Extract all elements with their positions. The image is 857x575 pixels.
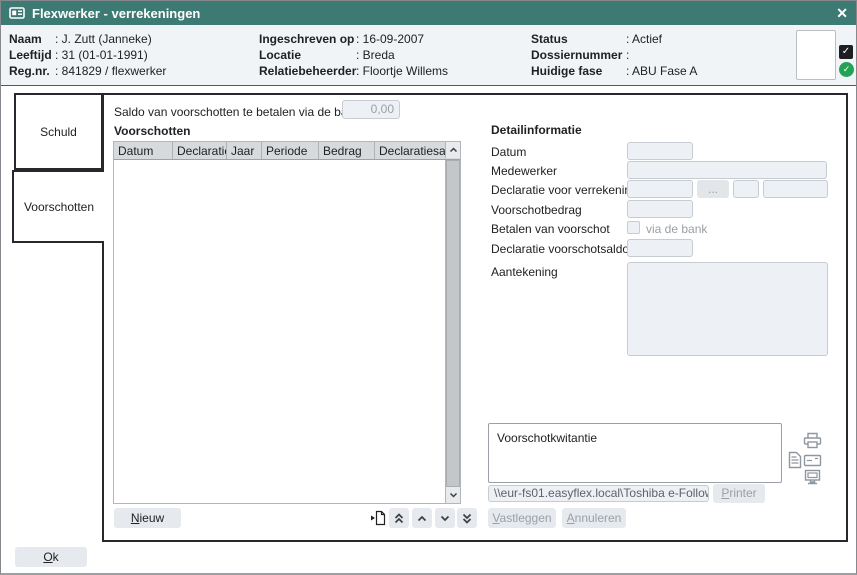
locatie-label: Locatie [259,48,356,63]
nieuw-button[interactable]: Nieuw [114,508,181,528]
scroll-up-button[interactable] [445,142,460,158]
saldo-label: Saldo van voorschotten te betalen via de… [114,105,360,119]
status-label: Status [531,32,626,47]
scrollbar-thumb[interactable] [446,160,460,487]
naam-label: Naam [9,32,55,47]
relatiebeheerder-value: : Floortje Willems [356,64,448,78]
title-bar: Flexwerker - verrekeningen ✕ [1,1,856,25]
flexwerker-info-header: Naam: J. Zutt (Janneke) Leeftijd: 31 (01… [1,25,856,86]
dossiernummer-label: Dossiernummer [531,48,626,63]
aantekening-textarea [627,262,828,356]
column-header-datum: Datum [114,142,173,159]
huidige-fase-value: : ABU Fase A [626,64,697,78]
last-record-button[interactable] [457,508,477,528]
window-title: Flexwerker - verrekeningen [32,6,200,21]
tab-schuld[interactable]: Schuld [14,93,103,170]
leeftijd-label: Leeftijd [9,48,55,63]
via-de-bank-checkbox [627,221,640,234]
ingeschreven-op-label: Ingeschreven op [259,32,356,47]
monitor-icon[interactable] [804,469,821,485]
voorschotten-list-title: Voorschotten [114,124,190,138]
email-card-icon[interactable] [803,454,822,467]
regnr-label: Reg.nr. [9,64,55,79]
status-ok-icon: ✓ [839,62,854,77]
contact-card-icon [9,7,25,19]
voorschotten-table: Datum Declaratie Jaar Periode Bedrag Dec… [113,141,461,504]
voorschotbedrag-input [627,200,693,218]
declaratie-voor-verrekening-label: Declaratie voor verrekening [491,183,638,197]
medewerker-label: Medewerker [491,164,557,178]
document-list-item[interactable]: Voorschotkwitantie [497,431,597,445]
naam-value: : J. Zutt (Janneke) [55,32,152,46]
ok-button[interactable]: Ok [15,547,87,567]
previous-record-button[interactable] [412,508,432,528]
regnr-value: : 841829 / flexwerker [55,64,166,78]
declaratie-browse-button: ... [697,180,729,198]
leeftijd-value: : 31 (01-01-1991) [55,48,148,62]
detail-section-title: Detailinformatie [491,123,582,137]
table-header-row: Datum Declaratie Jaar Periode Bedrag Dec… [114,142,460,160]
printer-path-input: \\eur-fs01.easyflex.local\Toshiba e-Foll… [488,485,709,502]
document-icon[interactable] [788,451,802,469]
column-header-declaratie: Declaratie [173,142,227,159]
aantekening-label: Aantekening [491,265,558,279]
vastleggen-button: Vastleggen [488,508,556,528]
declaratie-jaar-input [733,180,759,198]
saldo-input: 0,00 [342,100,400,119]
tab-schuld-label: Schuld [40,125,77,139]
annuleren-button: Annuleren [562,508,626,528]
printer-icon[interactable] [803,432,822,449]
relatiebeheerder-label: Relatiebeheerder [259,64,356,79]
betalen-van-voorschot-label: Betalen van voorschot [491,222,610,236]
huidige-fase-label: Huidige fase [531,64,626,79]
tab-voorschotten[interactable]: Voorschotten [12,170,104,243]
status-value: : Actief [626,32,662,46]
table-scrollbar[interactable] [445,160,460,503]
column-header-jaar: Jaar [227,142,262,159]
first-record-button[interactable] [389,508,409,528]
flexwerker-verrekeningen-window: Flexwerker - verrekeningen ✕ Naam: J. Zu… [0,0,857,575]
declaratie-voor-verrekening-input [627,180,693,198]
new-record-icon[interactable] [368,508,388,528]
printer-button: Printer [713,484,765,503]
ingeschreven-op-value: : 16-09-2007 [356,32,424,46]
photo-placeholder [796,30,836,80]
column-header-periode: Periode [262,142,319,159]
declaratie-periode-input [763,180,828,198]
column-header-bedrag: Bedrag [319,142,375,159]
voorschotbedrag-label: Voorschotbedrag [491,203,582,217]
column-header-declaratiesaldo: Declaratiesa... [375,142,445,159]
checked-checkbox-icon[interactable]: ✓ [839,45,853,59]
datum-input [627,142,693,160]
tab-voorschotten-label: Voorschotten [24,200,94,214]
via-de-bank-label: via de bank [646,222,707,236]
locatie-value: : Breda [356,48,395,62]
medewerker-input [627,161,827,179]
datum-label: Datum [491,145,526,159]
table-rows-area[interactable] [114,160,445,503]
dossiernummer-value: : [626,48,629,62]
close-icon[interactable]: ✕ [836,6,848,20]
scroll-down-button[interactable] [446,487,460,503]
declaratie-voorschotsaldo-label: Declaratie voorschotsaldo [491,242,629,256]
declaratie-voorschotsaldo-input [627,239,693,257]
document-listbox[interactable]: Voorschotkwitantie [488,423,782,483]
next-record-button[interactable] [435,508,455,528]
